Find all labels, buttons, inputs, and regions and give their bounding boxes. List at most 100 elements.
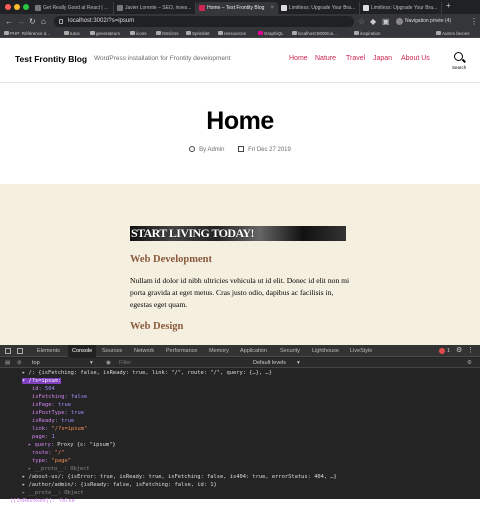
tab-security[interactable]: Security <box>280 345 300 357</box>
folder-icon <box>156 31 161 35</box>
settings-gear-icon[interactable]: ⚙ <box>456 346 462 354</box>
sidebar-toggle-icon[interactable]: ▤ <box>5 358 10 368</box>
home-icon[interactable]: ⌂ <box>41 14 46 29</box>
bookmark-label: ressources <box>224 31 247 36</box>
private-label: Navigation privée (4) <box>405 18 452 24</box>
selected-key: ▾ /?s=ipsum: <box>22 378 61 384</box>
forward-icon[interactable]: → <box>17 14 25 29</box>
browser-tab-active[interactable]: Home – Test Frontity Blog × <box>196 2 278 14</box>
extensions-puzzle-icon[interactable]: ▣ <box>382 14 390 29</box>
console-line: [[IsRevoked]]: false <box>10 498 75 504</box>
new-tab-icon[interactable]: + <box>446 1 451 10</box>
browser-tab[interactable]: Javier Lorente – SEO, inves... <box>114 2 196 14</box>
console-line: isPostType: true <box>0 409 480 417</box>
more-options-icon[interactable]: ⋮ <box>467 346 474 354</box>
browser-menu-icon[interactable]: ⋮ <box>470 14 478 29</box>
private-browsing-badge[interactable]: Navigation privée (4) <box>395 16 451 27</box>
bookmark-icon <box>186 31 191 35</box>
back-icon[interactable]: ← <box>5 14 13 29</box>
bookmark-item[interactable]: PHP: Référence d... <box>4 29 50 38</box>
chevron-down-icon[interactable]: ▾ <box>297 358 300 368</box>
address-bar-row: ← → ↻ ⌂ localhost:3002/?s=ipsum ☆ ◆ ▣ Na… <box>0 14 480 29</box>
prop-key: isReady: <box>32 418 58 424</box>
eye-icon[interactable]: ◉ <box>106 358 111 368</box>
console-line[interactable]: ▸ __proto__: Object <box>0 489 480 497</box>
bookmark-item[interactable]: Autres favoris <box>436 29 470 38</box>
error-count: 1 <box>447 348 451 354</box>
console-line[interactable]: ▾ /?s=ipsum: <box>0 377 480 385</box>
chevron-down-icon[interactable]: ▾ <box>90 358 93 368</box>
nav-item-travel[interactable]: Travel <box>346 55 365 62</box>
section-heading: Web Design <box>130 321 184 332</box>
tab-application[interactable]: Application <box>240 345 267 357</box>
tab-elements[interactable]: Elements <box>37 345 60 357</box>
console-filter-input[interactable] <box>119 358 209 368</box>
author-link[interactable]: By Admin <box>199 147 224 153</box>
device-toolbar-icon[interactable] <box>17 348 23 354</box>
tab-sources[interactable]: Sources <box>102 345 122 357</box>
console-toolbar: ▤ ⊘ top ▾ ◉ Default levels ▾ ⚙ <box>0 358 480 368</box>
error-icon[interactable] <box>439 348 445 354</box>
prop-key: id: <box>32 386 42 392</box>
console-line[interactable]: ▸ /: {isFetching: false, isReady: true, … <box>0 369 480 377</box>
tab-lighthouse[interactable]: Lighthouse <box>312 345 339 357</box>
tab-memory[interactable]: Memory <box>209 345 229 357</box>
bookmark-item[interactable]: icons <box>130 29 147 38</box>
bookmark-item[interactable]: tutos <box>64 29 80 38</box>
reload-icon[interactable]: ↻ <box>29 14 36 29</box>
search-icon[interactable] <box>454 52 463 61</box>
search-label[interactable]: Search <box>452 65 466 70</box>
console-line[interactable]: ▸ query: Proxy {s: "ipsum"} <box>0 441 480 449</box>
prop-value: 504 <box>45 386 55 392</box>
console-line[interactable]: ▸ /author/admin/: {isReady: false, isFet… <box>0 481 480 489</box>
bookmark-item[interactable]: generateurs <box>90 29 120 38</box>
close-window-button[interactable] <box>5 4 11 10</box>
bookmark-item[interactable]: inspiration <box>354 29 381 38</box>
log-levels-dropdown[interactable]: Default levels <box>253 358 286 368</box>
url-input[interactable]: localhost:3002/?s=ipsum <box>54 16 354 27</box>
bookmark-item[interactable]: html/css <box>156 29 179 38</box>
context-selector[interactable]: top <box>32 358 40 368</box>
extension-icon[interactable]: ◆ <box>370 14 376 29</box>
console-settings-icon[interactable]: ⚙ <box>467 358 472 368</box>
minimize-window-button[interactable] <box>14 4 20 10</box>
tab-livestyle[interactable]: LiveStyle <box>350 345 372 357</box>
tab-title: Home – Test Frontity Blog <box>207 5 265 11</box>
console-line[interactable]: ▸ /about-us/: {isError: true, isReady: t… <box>0 473 480 481</box>
nav-item-home[interactable]: Home <box>289 55 308 62</box>
bookmark-item[interactable]: localhost:8000/ca... <box>292 29 337 38</box>
bookmark-label: icons <box>136 31 147 36</box>
bookmarks-bar: PHP: Référence d... tutos generateurs ic… <box>0 29 480 38</box>
bookmark-item[interactable]: GraphiQL <box>258 29 284 38</box>
bookmark-item[interactable]: Sprinklet <box>186 29 210 38</box>
author-icon <box>189 146 196 152</box>
tab-network[interactable]: Network <box>134 345 154 357</box>
nav-item-japan[interactable]: Japan <box>373 55 392 62</box>
url-text: localhost:3002/?s=ipsum <box>68 18 135 24</box>
nav-item-nature[interactable]: Nature <box>315 55 336 62</box>
browser-tab[interactable]: Limitless: Upgrade Your Bra... <box>360 2 442 14</box>
devtools-panel: Elements Console Sources Network Perform… <box>0 345 480 504</box>
bookmark-label: tutos <box>70 31 80 36</box>
browser-tab[interactable]: Limitless: Upgrade Your Bra... <box>278 2 360 14</box>
site-title-link[interactable]: Test Frontity Blog <box>15 54 87 64</box>
inspect-element-icon[interactable] <box>5 348 11 354</box>
star-icon[interactable]: ☆ <box>358 14 365 29</box>
folder-icon <box>90 31 95 35</box>
close-tab-icon[interactable]: × <box>270 2 274 14</box>
favicon-icon <box>281 5 287 11</box>
nav-item-about-us[interactable]: About Us <box>401 55 430 62</box>
console-line[interactable]: ▸ __proto__: Object <box>0 465 480 473</box>
tab-performance[interactable]: Performance <box>166 345 198 357</box>
info-icon[interactable] <box>59 19 63 24</box>
tab-console[interactable]: Console <box>68 345 97 357</box>
prop-value: Proxy {s: "ipsum"} <box>57 442 116 448</box>
bookmark-item[interactable]: ressources <box>218 29 246 38</box>
clear-console-icon[interactable]: ⊘ <box>17 358 22 368</box>
favicon-icon <box>363 5 369 11</box>
prop-value: "page" <box>51 458 71 464</box>
tab-title: Javier Lorente – SEO, inves... <box>125 5 192 11</box>
browser-tab[interactable]: Get Really Good at React | ... <box>32 2 114 14</box>
maximize-window-button[interactable] <box>23 4 29 10</box>
graphql-icon <box>258 31 263 35</box>
